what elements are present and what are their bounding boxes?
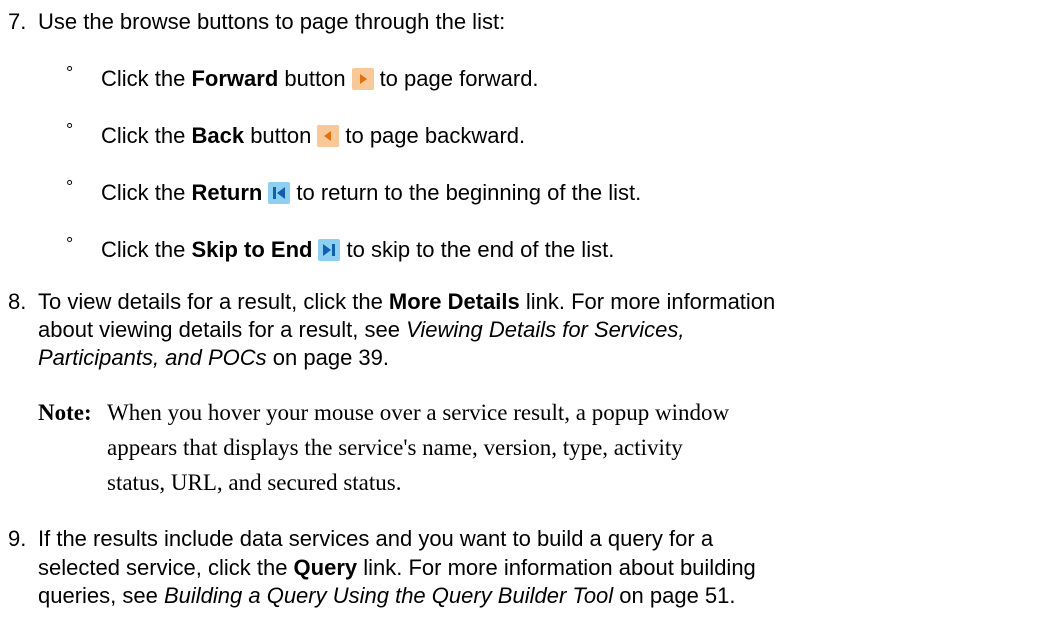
step-text: If the results include data services and…	[38, 526, 714, 551]
cross-reference: Building a Query Using the Query Builder…	[163, 583, 614, 608]
note-label: Note:	[38, 400, 92, 425]
cross-reference: Viewing Details for Services,	[406, 317, 685, 342]
forward-icon	[351, 68, 374, 90]
bullet-mark: °	[66, 234, 74, 254]
step-text: about viewing details for a result, see …	[38, 316, 684, 344]
bullet-bold: Skip to End	[191, 237, 313, 262]
step-number: 8.	[8, 289, 27, 314]
bullet-bold: Forward	[191, 66, 279, 91]
bullet-text: Click the Forward button to page forward.	[101, 65, 539, 93]
note-line-3-text: status, URL, and secured status.	[107, 470, 402, 495]
bullet-post: to skip to the end of the list.	[346, 237, 615, 262]
text-post: link. For more information	[519, 289, 776, 314]
bullet-pre: Click the	[101, 66, 192, 91]
cross-reference: Participants, and POCs	[38, 345, 267, 370]
bullet-pre: Click the	[101, 180, 192, 205]
text-pre: To view details for a result, click the	[38, 289, 389, 314]
step-text: Use the browse buttons to page through t…	[38, 9, 506, 34]
text-post: on page 51.	[613, 583, 736, 608]
bullet-pre: Click the	[101, 237, 192, 262]
bullet-bold: Return	[191, 180, 263, 205]
back-icon	[317, 125, 340, 147]
bullet-mark: °	[66, 63, 74, 83]
note-line-2-text: appears that displays the service's name…	[107, 435, 683, 460]
text-pre: queries, see	[38, 583, 164, 608]
bullet-mark: °	[66, 177, 74, 197]
text-pre: selected service, click the	[38, 555, 294, 580]
step-number: 9.	[8, 526, 27, 551]
bullet-bold: Back	[191, 123, 245, 148]
step-number: 7.	[8, 9, 27, 34]
skip-to-end-icon	[318, 239, 341, 261]
text-bold: More Details	[388, 289, 520, 314]
step-text: queries, see Building a Query Using the …	[38, 582, 736, 610]
step-text: Participants, and POCs on page 39.	[38, 344, 389, 372]
bullet-mid: button	[244, 123, 312, 148]
step-text: To view details for a result, click the …	[38, 288, 775, 316]
note-line-1: Note:	[38, 398, 92, 428]
text-pre: about viewing details for a result, see	[38, 317, 407, 342]
bullet-pre: Click the	[101, 123, 192, 148]
bullet-text: Click the Skip to End to skip to the end …	[101, 236, 614, 264]
bullet-text: Click the Back button to page backward.	[101, 122, 525, 150]
bullet-post: to return to the beginning of the list.	[296, 180, 642, 205]
step-text: selected service, click the Query link. …	[38, 554, 756, 582]
bullet-mark: °	[66, 120, 74, 140]
bullet-text: Click the Return to return to the beginni…	[101, 179, 641, 207]
bullet-post: to page backward.	[345, 123, 526, 148]
text-post: link. For more information about buildin…	[357, 555, 756, 580]
return-to-start-icon	[268, 182, 291, 204]
text-bold: Query	[293, 555, 358, 580]
bullet-post: to page forward.	[379, 66, 539, 91]
note-line-1-text: When you hover your mouse over a service…	[107, 400, 730, 425]
bullet-mid: button	[278, 66, 346, 91]
text-post: on page 39.	[266, 345, 390, 370]
